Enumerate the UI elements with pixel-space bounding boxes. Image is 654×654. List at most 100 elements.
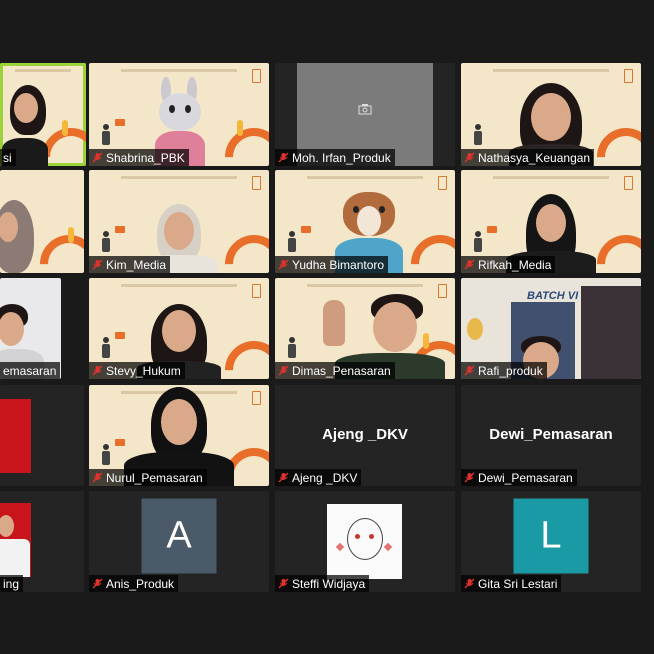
participant-tile-yudha[interactable]: Yudha Bimantoro [275, 170, 455, 273]
red-profile-photo [0, 399, 31, 473]
name-label: Moh. Irfan_Produk [275, 149, 395, 166]
name-label: emasaran [0, 362, 61, 379]
name-label: Steffi Widjaya [275, 575, 370, 592]
participant-tile-shabrina[interactable]: Shabrina_PBK [89, 63, 269, 166]
slide-decor-ring [212, 222, 269, 273]
name-label: Anis_Produk [89, 575, 179, 592]
name-label: Nathasya_Keuangan [461, 149, 595, 166]
muted-mic-icon [278, 578, 289, 589]
slide-bubble [115, 119, 125, 126]
slide-logo-mark [438, 176, 447, 190]
person-head [14, 93, 38, 123]
slide-title-decor [121, 176, 237, 179]
slide-title-decor [121, 284, 237, 287]
slide-bubble [115, 332, 125, 339]
participant-center-name: Dewi_Pemasaran [489, 425, 613, 443]
slide-figure [471, 231, 485, 257]
muted-mic-icon [92, 365, 103, 376]
participant-tile-ajeng[interactable]: Ajeng _DKV Ajeng _DKV [275, 385, 455, 486]
name-label: Ajeng _DKV [275, 469, 362, 486]
participant-tile-si[interactable]: si [0, 63, 86, 166]
muted-mic-icon [278, 259, 289, 270]
participant-tile-emasaran[interactable]: emasaran [0, 278, 61, 379]
person-head [531, 93, 571, 141]
muted-mic-icon [464, 578, 475, 589]
building-photo-right [581, 286, 641, 379]
slide-title-decor [121, 69, 237, 72]
muted-mic-icon [92, 259, 103, 270]
slide-figure [99, 124, 113, 150]
person-head [162, 310, 196, 352]
muted-mic-icon [464, 472, 475, 483]
participant-tile-steffi[interactable]: Steffi Widjaya [275, 491, 455, 592]
slide-figure [99, 444, 113, 470]
participant-tile-moh-irfan[interactable]: Moh. Irfan_Produk [275, 63, 455, 166]
slide-figure [99, 231, 113, 257]
muted-mic-icon [464, 259, 475, 270]
balloon-decor [467, 318, 483, 340]
slide-title-decor [493, 69, 609, 72]
participant-tile-gita[interactable]: L Gita Sri Lestari [461, 491, 641, 592]
initial-avatar: A [141, 498, 217, 573]
name-label: Nurul_Pemasaran [89, 469, 207, 486]
slide-logo-mark [624, 69, 633, 83]
participant-tile-rafi[interactable]: BATCH VI Rafi_produk [461, 278, 641, 379]
batch-banner-text: BATCH VI [527, 290, 579, 302]
name-label: Rifkah_Media [461, 256, 556, 273]
slide-figure [99, 337, 113, 363]
participant-tile-stevy[interactable]: Stevy_Hukum [89, 278, 269, 379]
slide-decor-bar [68, 227, 74, 243]
person-body [0, 539, 30, 577]
name-label: Dimas_Penasaran [275, 362, 395, 379]
slide-figure [285, 231, 299, 257]
participant-tile-anis[interactable]: A Anis_Produk [89, 491, 269, 592]
slide-title-decor [15, 69, 71, 72]
slide-logo-mark [252, 391, 261, 405]
participant-tile-dimas[interactable]: Dimas_Penasaran [275, 278, 455, 379]
participant-tile-nathasya[interactable]: Nathasya_Keuangan [461, 63, 641, 166]
slide-logo-mark [624, 176, 633, 190]
person-head [161, 399, 197, 445]
slide-title-decor [307, 176, 423, 179]
person-head [373, 302, 417, 352]
slide-decor-bar [237, 120, 243, 136]
slide-bubble [301, 226, 311, 233]
participant-tile-kim[interactable]: Kim_Media [89, 170, 269, 273]
slide-bubble [115, 439, 125, 446]
name-label: si [0, 149, 16, 166]
participant-tile-left-partial-4[interactable] [0, 385, 84, 486]
name-label: Kim_Media [89, 256, 171, 273]
initial-avatar: L [513, 498, 589, 573]
person-head [0, 312, 24, 346]
name-label: Rafi_produk [461, 362, 547, 379]
participant-tile-nurul[interactable]: Nurul_Pemasaran [89, 385, 269, 486]
muted-mic-icon [92, 578, 103, 589]
slide-logo-mark [252, 176, 261, 190]
name-label: Gita Sri Lestari [461, 575, 562, 592]
name-label: Stevy_Hukum [89, 362, 185, 379]
muted-mic-icon [92, 152, 103, 163]
name-label: ing [0, 575, 24, 592]
raised-hand [323, 300, 345, 346]
muted-mic-icon [92, 472, 103, 483]
participant-tile-rifkah[interactable]: Rifkah_Media [461, 170, 641, 273]
muted-mic-icon [278, 472, 289, 483]
slide-decor-ring [212, 328, 269, 379]
participant-tile-ing[interactable]: ing [0, 491, 84, 592]
gallery-grid: si Shabrina_PBK Moh. Irfan_Produk Nathas… [0, 0, 654, 654]
muted-mic-icon [278, 152, 289, 163]
drawn-avatar [327, 504, 402, 579]
participant-tile-dewi[interactable]: Dewi_Pemasaran Dewi_Pemasaran [461, 385, 641, 486]
person-head [536, 204, 566, 242]
slide-bubble [115, 226, 125, 233]
slide-bubble [487, 226, 497, 233]
slide-logo-mark [252, 69, 261, 83]
muted-mic-icon [464, 152, 475, 163]
slide-title-decor [307, 284, 423, 287]
participant-tile-left-partial-2[interactable] [0, 170, 84, 273]
slide-decor-bar [423, 333, 429, 349]
slide-logo-mark [252, 284, 261, 298]
slide-decor-ring [398, 222, 455, 273]
slide-decor-bar [62, 120, 68, 136]
name-label: Shabrina_PBK [89, 149, 189, 166]
